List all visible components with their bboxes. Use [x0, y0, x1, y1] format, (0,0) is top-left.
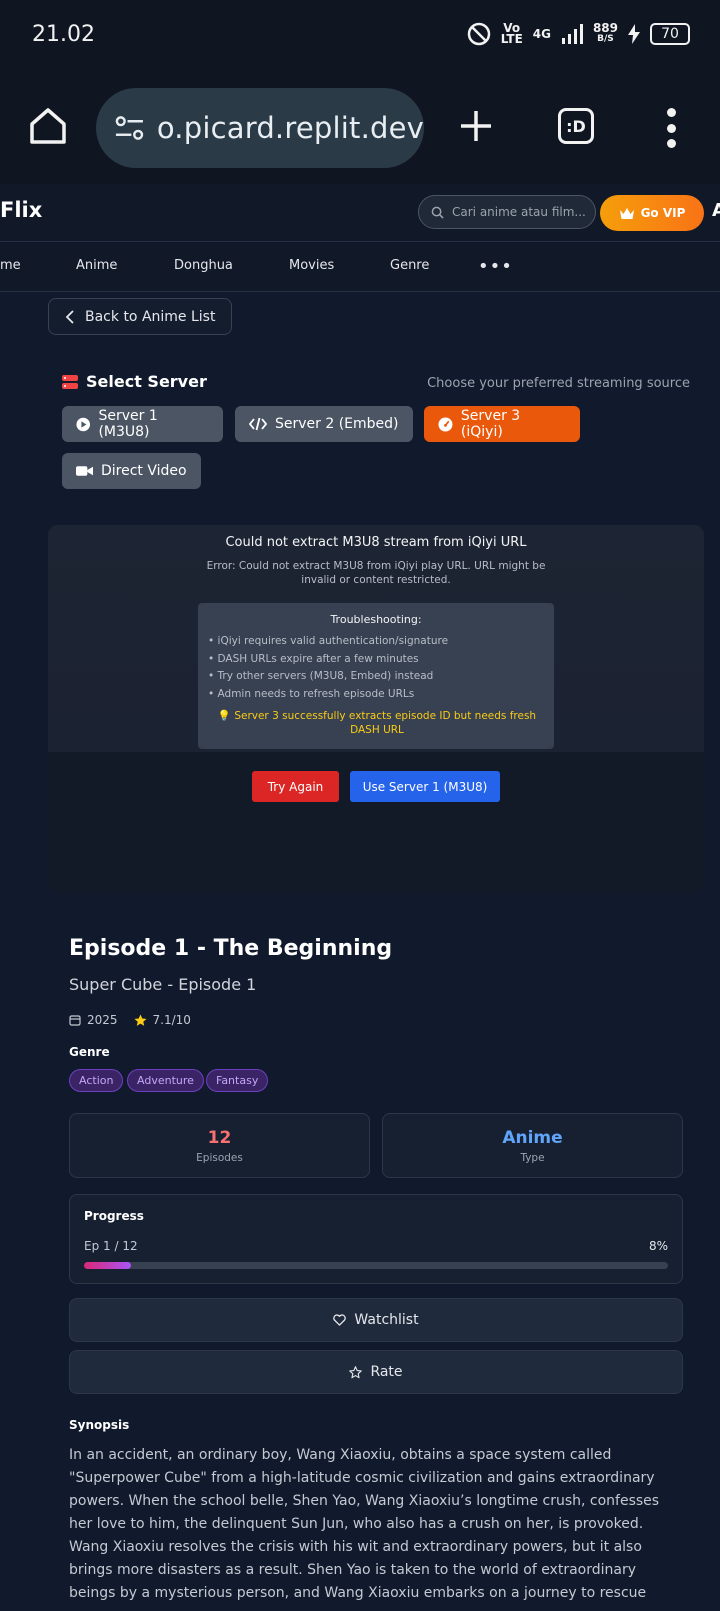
volte-indicator: Vo LTE — [500, 21, 523, 46]
search-box[interactable] — [418, 195, 596, 229]
home-icon — [30, 108, 66, 144]
menu-dot-icon — [666, 123, 676, 133]
genre-chip[interactable]: Fantasy — [206, 1069, 269, 1092]
error-message: Error: Could not extract M3U8 from iQiyi… — [206, 560, 546, 586]
synopsis-title: Synopsis — [69, 1418, 130, 1432]
back-to-list-button[interactable]: Back to Anime List — [48, 298, 232, 335]
chevron-left-icon — [65, 309, 74, 324]
troubleshooting-tip: 💡 Server 3 successfully extracts episode… — [217, 710, 537, 736]
progress-title: Progress — [84, 1209, 144, 1223]
episode-subtitle: Super Cube - Episode 1 — [69, 975, 257, 994]
tab-switcher-button[interactable]: :D — [558, 108, 594, 144]
heart-icon — [333, 1314, 347, 1326]
search-icon — [431, 206, 444, 219]
episodes-card: 12 Episodes — [69, 1113, 370, 1178]
progress-card — [69, 1194, 683, 1284]
genre-chip[interactable]: Action — [69, 1069, 124, 1092]
new-tab-button[interactable] — [458, 108, 494, 144]
troubleshooting-item: • iQiyi requires valid authentication/si… — [208, 635, 449, 647]
use-server-1-button[interactable]: Use Server 1 (M3U8) — [350, 771, 500, 802]
go-vip-button[interactable]: Go VIP — [600, 195, 704, 231]
troubleshooting-item: • Admin needs to refresh episode URLs — [208, 688, 415, 700]
type-card: Anime Type — [382, 1113, 683, 1178]
video-camera-icon — [76, 466, 93, 476]
genre-chip[interactable]: Adventure — [127, 1069, 204, 1092]
gauge-icon — [438, 417, 453, 431]
star-outline-icon — [349, 1365, 363, 1378]
network-indicator: 4G — [532, 27, 551, 41]
star-icon — [134, 1013, 147, 1026]
profile-icon[interactable]: A — [712, 200, 720, 221]
code-icon — [249, 417, 267, 431]
net-speed: 889 B/S — [592, 21, 618, 44]
server-hint: Choose your preferred streaming source — [427, 376, 690, 391]
episode-meta: 2025 7.1/10 — [69, 1013, 191, 1027]
browser-menu-button[interactable] — [664, 108, 678, 148]
menu-dot-icon — [666, 139, 676, 148]
nav-item-movies[interactable]: Movies — [289, 258, 334, 273]
server-1-button[interactable]: Server 1 (M3U8) — [62, 406, 223, 442]
release-year: 2025 — [69, 1013, 118, 1027]
nav-item-genre[interactable]: Genre — [390, 258, 429, 273]
url-text: o.picard.replit.dev — [156, 111, 424, 145]
episodes-label: Episodes — [196, 1152, 243, 1164]
site-logo[interactable]: Flix — [0, 198, 42, 222]
url-bar[interactable]: o.picard.replit.dev — [96, 88, 424, 168]
server-icon — [62, 374, 78, 389]
type-label: Type — [520, 1152, 545, 1164]
type-value: Anime — [502, 1128, 563, 1148]
nav-item-donghua[interactable]: Donghua — [174, 258, 233, 273]
troubleshooting-item: • DASH URLs expire after a few minutes — [208, 653, 419, 665]
progress-bar — [84, 1262, 668, 1269]
error-title: Could not extract M3U8 stream from iQiyi… — [225, 535, 527, 550]
server-3-button[interactable]: Server 3 (iQiyi) — [424, 406, 580, 442]
episode-title: Episode 1 - The Beginning — [69, 936, 393, 961]
progress-percent: 8% — [648, 1239, 668, 1253]
home-button[interactable] — [28, 106, 68, 146]
menu-dot-icon — [666, 108, 676, 117]
signal-icon — [561, 24, 583, 44]
status-time: 21.02 — [32, 22, 95, 47]
server-2-button[interactable]: Server 2 (Embed) — [235, 406, 413, 442]
battery-indicator: 70 — [650, 23, 690, 45]
watchlist-button[interactable]: Watchlist — [69, 1298, 683, 1342]
episodes-count: 12 — [207, 1128, 232, 1148]
crown-icon — [619, 207, 634, 219]
nav-item-anime[interactable]: Anime — [76, 258, 117, 273]
troubleshooting-item: • Try other servers (M3U8, Embed) instea… — [208, 670, 434, 682]
nav-more-button[interactable]: ••• — [478, 256, 513, 277]
rate-button[interactable]: Rate — [69, 1350, 683, 1394]
status-icons: Vo LTE 4G 889 B/S 70 — [467, 22, 690, 46]
troubleshooting-title: Troubleshooting: — [330, 613, 422, 626]
plus-icon — [461, 111, 491, 141]
search-input[interactable] — [452, 205, 592, 219]
play-circle-icon — [76, 417, 91, 431]
charging-icon — [628, 24, 640, 44]
select-server-heading: Select Server — [62, 372, 207, 391]
direct-video-button[interactable]: Direct Video — [62, 453, 201, 489]
nav-item-home[interactable]: me — [0, 258, 21, 273]
calendar-icon — [69, 1015, 81, 1026]
do-not-disturb-icon — [467, 22, 490, 46]
rating: 7.1/10 — [134, 1013, 191, 1027]
genre-label: Genre — [69, 1045, 110, 1059]
progress-fill — [84, 1262, 131, 1269]
site-settings-icon — [115, 116, 144, 140]
synopsis-text: In an accident, an ordinary boy, Wang Xi… — [69, 1447, 660, 1601]
progress-episode: Ep 1 / 12 — [84, 1239, 138, 1253]
try-again-button[interactable]: Try Again — [252, 771, 339, 802]
